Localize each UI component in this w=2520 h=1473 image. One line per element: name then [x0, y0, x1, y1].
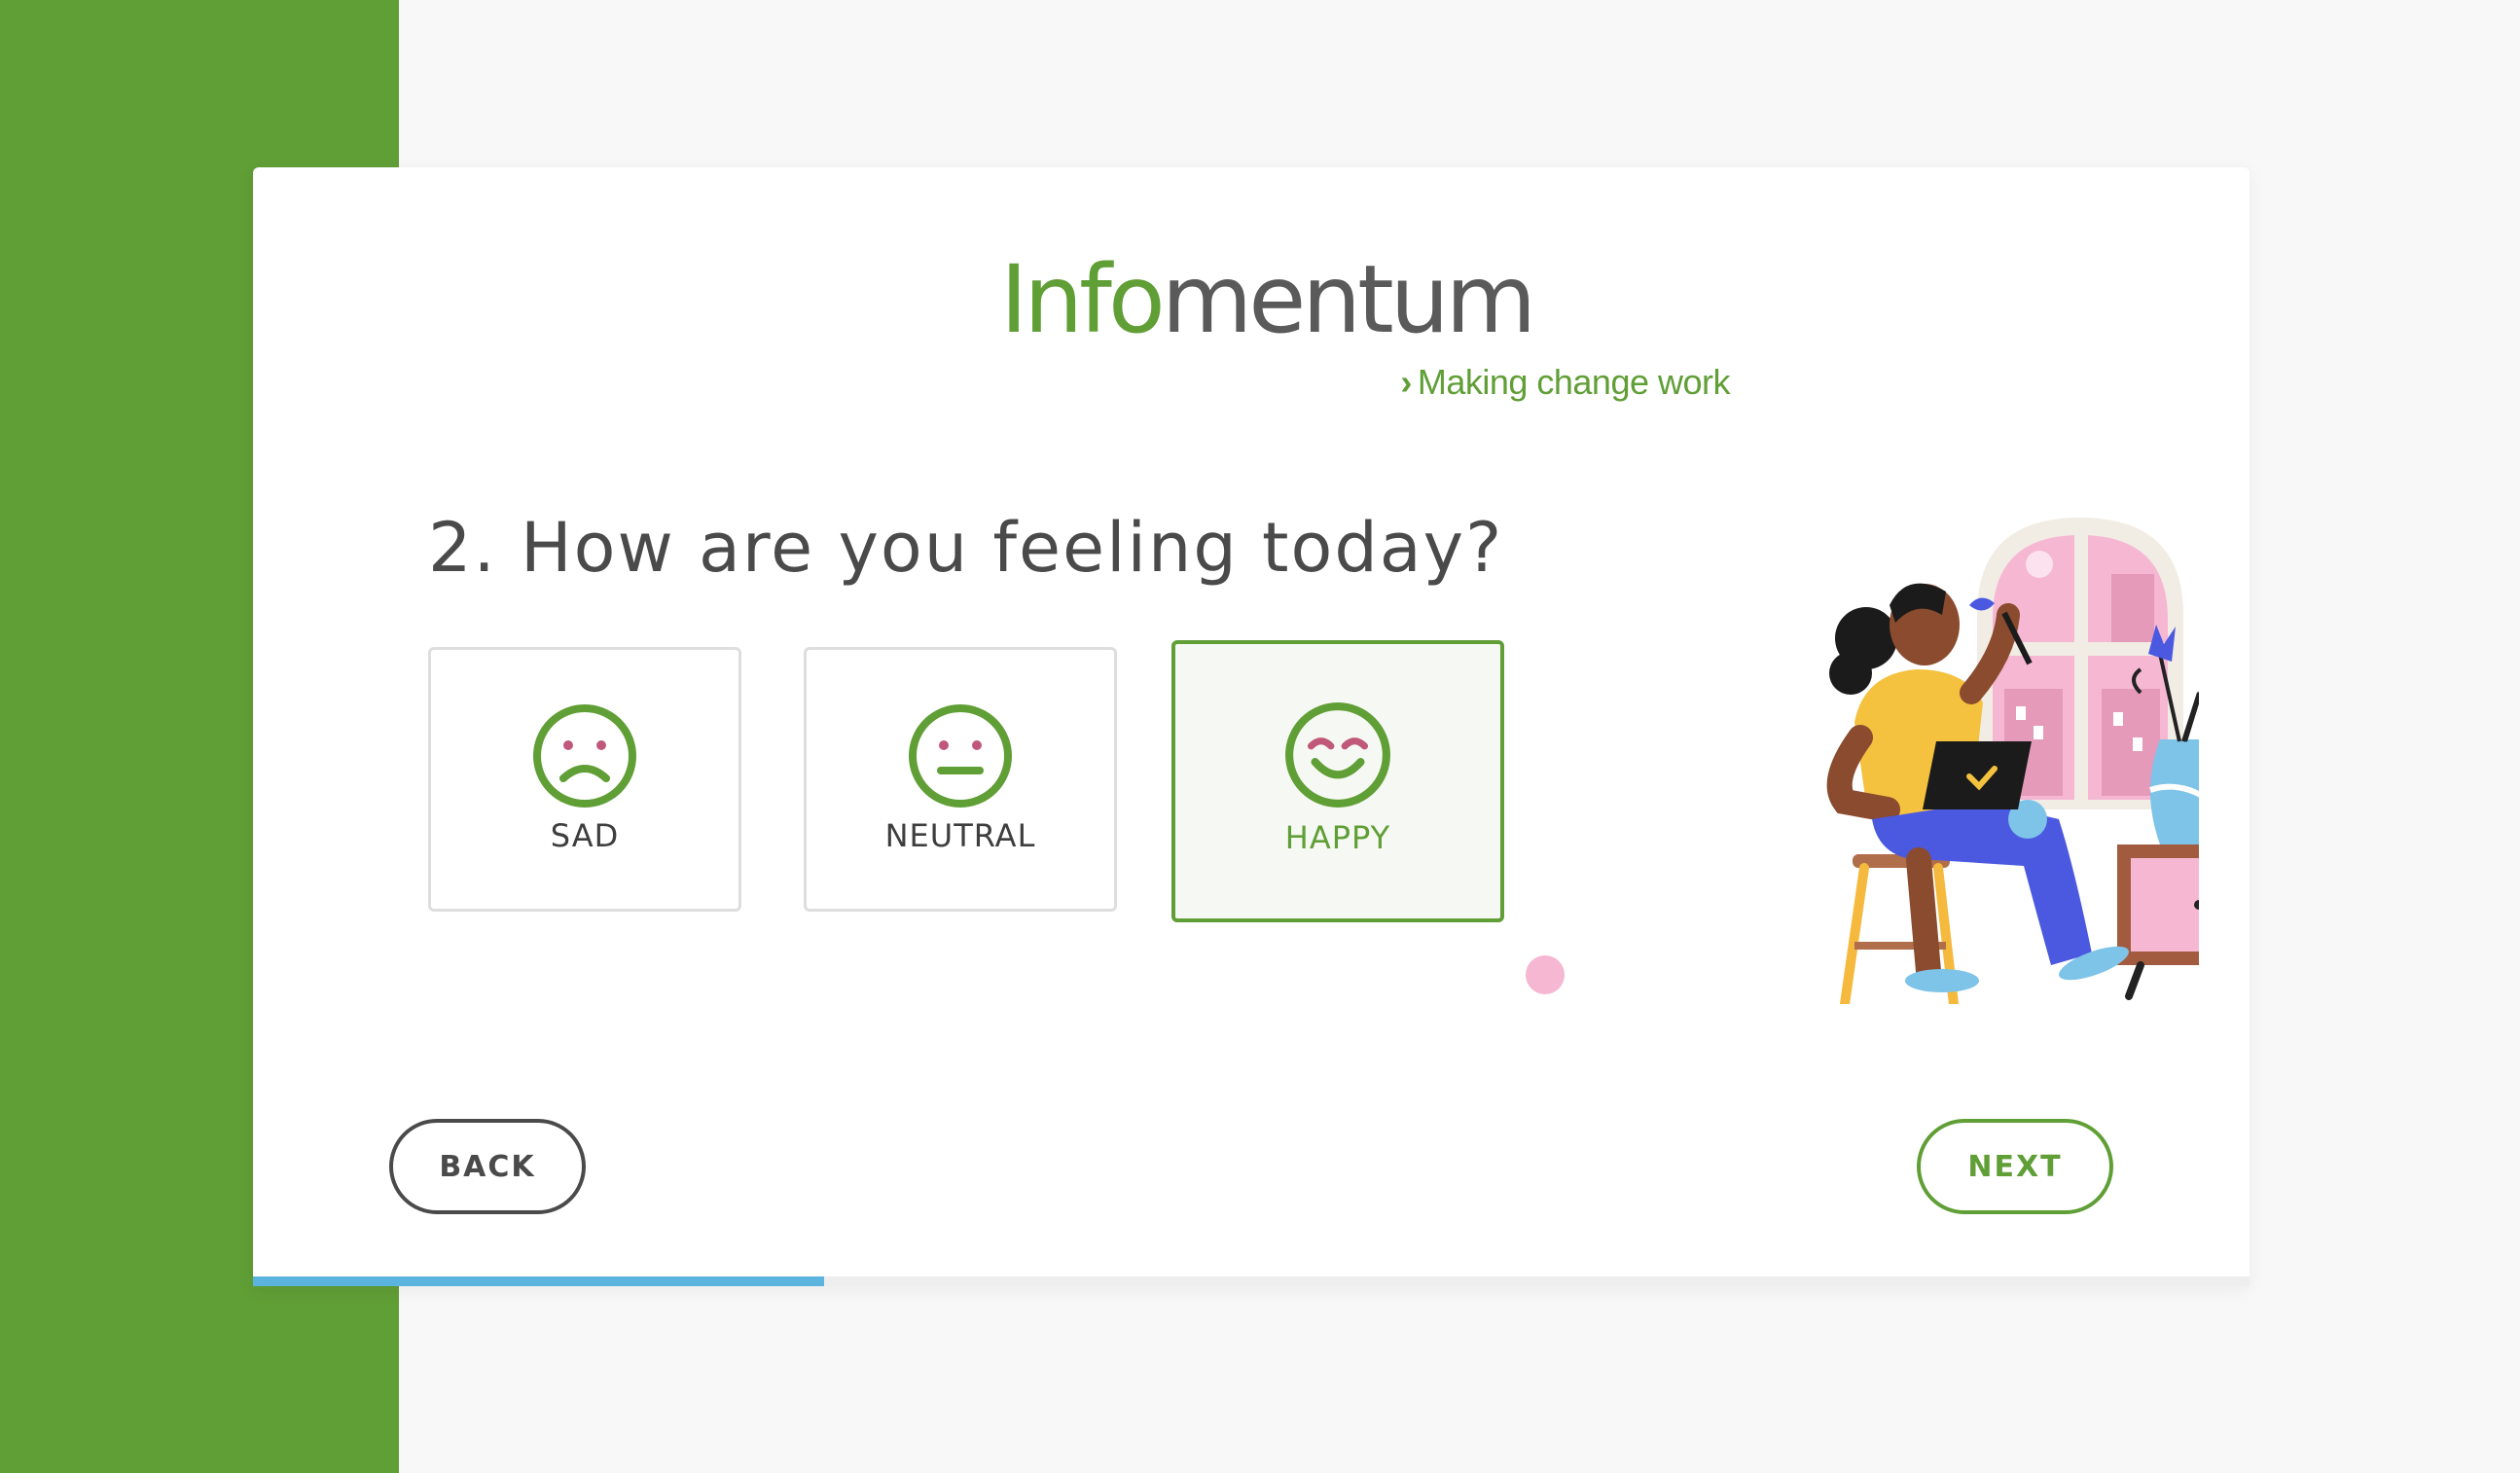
logo-tagline: › Making change work [1400, 362, 1730, 402]
happy-face-icon [1285, 702, 1390, 808]
option-label: NEUTRAL [884, 817, 1036, 854]
survey-card: Infomentum › Making change work 2. How ar… [253, 167, 2250, 1286]
sad-face-icon [533, 704, 636, 808]
neutral-face-icon [909, 704, 1012, 808]
option-sad[interactable]: SAD [428, 647, 741, 912]
question-title: 2. How are you feeling today? [428, 508, 1504, 588]
option-label: SAD [550, 817, 620, 854]
option-label: HAPPY [1284, 819, 1391, 856]
next-button[interactable]: NEXT [1917, 1119, 2113, 1214]
infomentum-logo: Infomentum › Making change work [1000, 253, 1740, 409]
option-happy[interactable]: HAPPY [1171, 640, 1504, 922]
woman-with-laptop-illustration [1526, 518, 2199, 1004]
progress-bar [253, 1276, 2250, 1286]
logo-wordmark: Infomentum [1000, 245, 1536, 354]
progress-fill [253, 1276, 824, 1286]
option-neutral[interactable]: NEUTRAL [804, 647, 1117, 912]
back-button[interactable]: BACK [389, 1119, 586, 1214]
chevron-right-icon: › [1400, 362, 1412, 402]
